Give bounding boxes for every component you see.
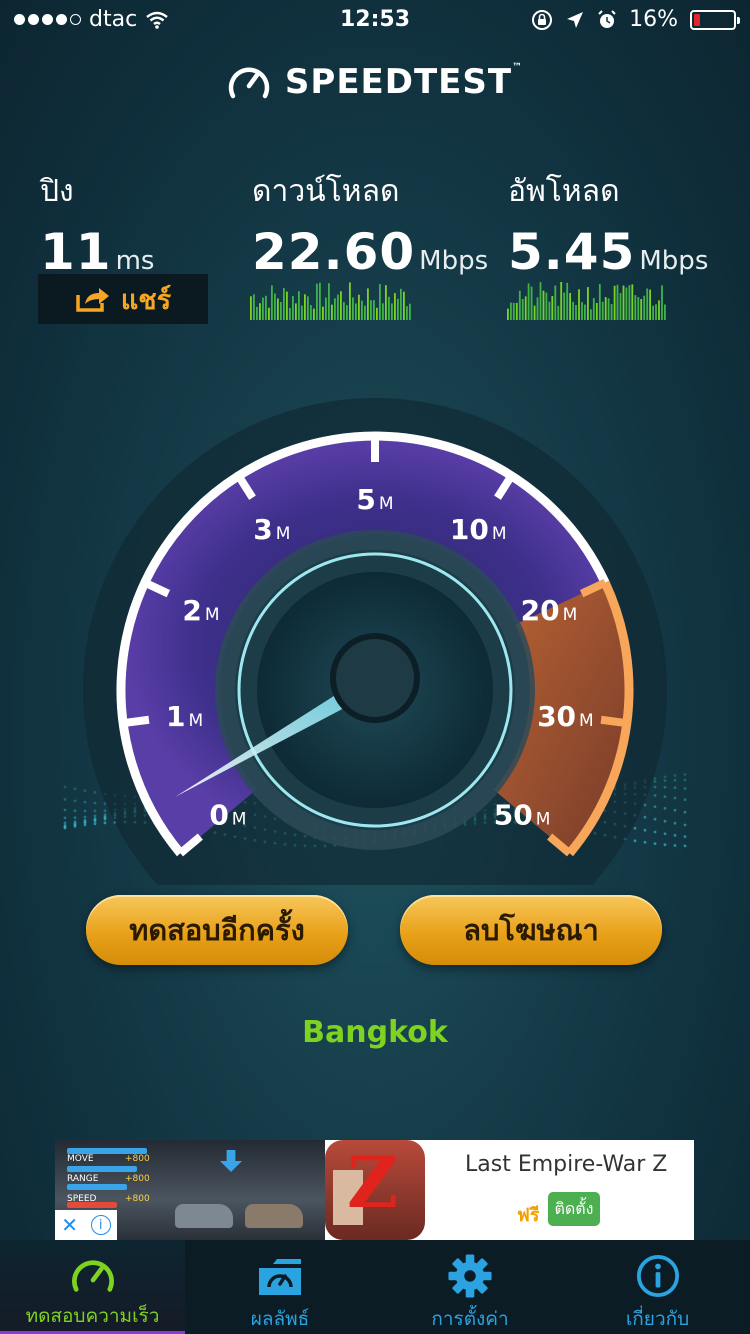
tab-bar: ทดสอบความเร็ว ผลลัพธ์ การตั้งค่า เกี่ยวก… [0, 1240, 750, 1334]
ad-art-value-range: +800 [125, 1174, 150, 1184]
download-label: ดาวน์โหลด [252, 174, 400, 209]
logo-wordmark: SPEEDTEST [284, 62, 513, 102]
ad-art-label-speed: SPEED [67, 1194, 97, 1204]
ad-art-label-move: MOVE [67, 1154, 94, 1164]
ad-price: ฟรี [517, 1205, 540, 1226]
share-button[interactable]: แชร์ [38, 274, 208, 324]
upload-value: 5.45 [508, 223, 636, 281]
remove-ads-button[interactable]: ลบโฆษณา [400, 895, 662, 965]
ad-info-icon[interactable]: i [90, 1215, 111, 1235]
gauge-tick [600, 715, 628, 728]
download-sparkline [250, 282, 411, 320]
tab-results[interactable]: ผลลัพธ์ [185, 1240, 375, 1334]
battery-percent: 16% [629, 7, 678, 32]
tab-label-settings: การตั้งค่า [431, 1308, 509, 1330]
ping-result: ปิง 11 ms [40, 168, 154, 281]
ad-install-button[interactable]: ติดตั้ง [548, 1192, 600, 1226]
status-icons: 16% [531, 7, 740, 32]
ad-app-icon[interactable]: Z [325, 1140, 425, 1240]
ad-art-value-speed: +800 [125, 1194, 150, 1204]
gear-icon [448, 1254, 492, 1298]
ping-value: 11 [40, 223, 112, 281]
results-folder-icon [259, 1259, 301, 1295]
rotation-lock-icon [532, 9, 553, 30]
tab-about[interactable]: เกี่ยวกับ [565, 1240, 750, 1334]
trademark-symbol: ™ [512, 62, 524, 73]
download-unit: Mbps [419, 246, 489, 276]
share-icon [76, 288, 109, 312]
ad-art-label-range: RANGE [67, 1174, 99, 1184]
alarm-icon [598, 9, 616, 28]
download-result: ดาวน์โหลด 22.60 Mbps [252, 168, 488, 281]
tab-speed-test[interactable]: ทดสอบความเร็ว [0, 1240, 185, 1334]
ad-game-art: MOVE RANGE SPEED +800 +800 +800 ✕ i [55, 1140, 325, 1240]
share-label: แชร์ [120, 284, 172, 316]
gauge-hub [330, 633, 420, 723]
tab-label-about: เกี่ยวกับ [625, 1308, 690, 1330]
speedometer-logo-icon [228, 67, 270, 99]
info-icon [636, 1254, 679, 1298]
ad-title: Last Empire-War Z [465, 1152, 668, 1177]
tab-label-results: ผลลัพธ์ [250, 1308, 310, 1330]
status-bar: dtac 12:53 16% [0, 0, 750, 40]
gauge-tick [122, 715, 150, 728]
tab-label-speed-test: ทดสอบความเร็ว [25, 1305, 160, 1327]
speedometer-icon [71, 1260, 114, 1292]
upload-unit: Mbps [639, 246, 709, 276]
ad-art-value-move: +800 [125, 1154, 150, 1164]
ad-controls: ✕ i [55, 1210, 117, 1240]
app-logo: SPEEDTEST™ [0, 62, 750, 102]
retest-button[interactable]: ทดสอบอีกครั้ง [86, 895, 348, 965]
upload-sparkline [507, 282, 666, 320]
ping-label: ปิง [40, 174, 74, 209]
logo-text: SPEEDTEST™ [285, 62, 523, 102]
ad-banner[interactable]: MOVE RANGE SPEED +800 +800 +800 ✕ i Z La… [55, 1140, 694, 1240]
upload-label: อัพโหลด [508, 174, 620, 209]
battery-icon [690, 9, 740, 30]
upload-result: อัพโหลด 5.45 Mbps [508, 168, 708, 281]
download-value: 22.60 [252, 223, 416, 281]
ping-unit: ms [115, 246, 155, 276]
server-location: Bangkok [302, 1015, 448, 1050]
speed-gauge: 0 M1 M2 M3 M5 M10 M20 M30 M50 M [63, 398, 687, 885]
tab-settings[interactable]: การตั้งค่า [375, 1240, 565, 1334]
ad-close-icon[interactable]: ✕ [61, 1213, 78, 1237]
location-arrow-icon [567, 11, 584, 28]
